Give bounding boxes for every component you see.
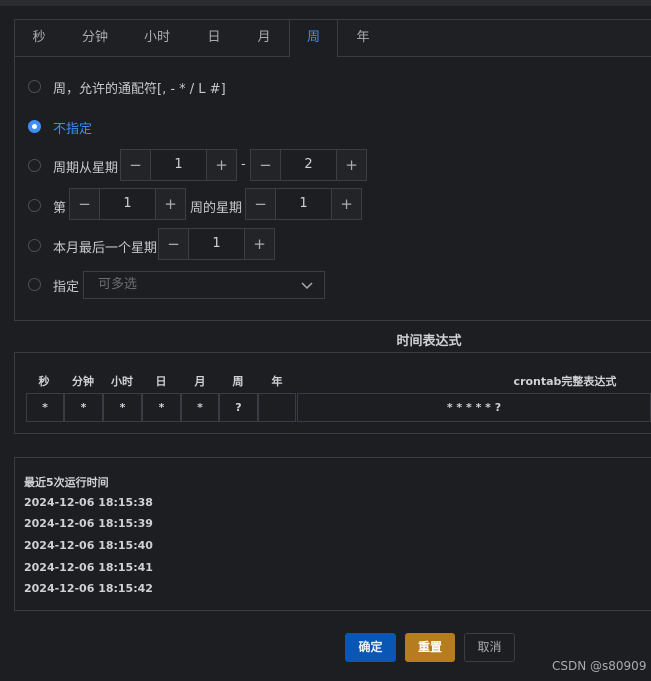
last-plus-button[interactable]: + — [244, 229, 274, 259]
header-hour: 小时 — [111, 375, 133, 388]
watermark: CSDN @s80909 — [552, 659, 647, 673]
nth-day-value[interactable]: 1 — [276, 189, 331, 219]
value-day: * — [142, 393, 181, 422]
header-day: 日 — [155, 375, 167, 388]
option-nth-week[interactable]: 第 − 1 + 周的星期 − 1 + — [15, 188, 651, 222]
tab-week[interactable]: 周 — [289, 20, 338, 57]
cron-options-panel: 秒 分钟 小时 日 月 周 年 周，允许的通配符[, - * / L #] 不指… — [14, 19, 651, 321]
run-time-item: 2024-12-06 18:15:39 — [24, 517, 153, 530]
range-from-value[interactable]: 1 — [151, 150, 206, 180]
nth-day-stepper[interactable]: − 1 + — [245, 188, 362, 220]
header-week: 周 — [232, 375, 244, 388]
option-unspecified[interactable]: 不指定 — [15, 109, 651, 143]
nth-middle-label: 周的星期 — [190, 201, 243, 216]
value-second: * — [26, 393, 64, 422]
header-full-expression: crontab完整表达式 — [513, 375, 617, 388]
value-week: ? — [219, 393, 258, 422]
option-range[interactable]: 周期从星期 − 1 + - − 2 + — [15, 148, 651, 182]
wildcard-label: 周，允许的通配符[, - * / L #] — [53, 82, 226, 97]
header-year: 年 — [271, 375, 283, 388]
option-wildcard[interactable]: 周，允许的通配符[, - * / L #] — [15, 69, 651, 103]
tab-year[interactable]: 年 — [339, 20, 387, 56]
recent-runs-title: 最近5次运行时间 — [24, 476, 109, 489]
range-separator: - — [241, 157, 246, 172]
specify-placeholder: 可多选 — [98, 277, 138, 292]
nth-week-plus-button[interactable]: + — [155, 189, 185, 219]
nth-day-minus-button[interactable]: − — [246, 189, 276, 219]
recent-runs-panel: 最近5次运行时间 2024-12-06 18:15:38 2024-12-06 … — [14, 457, 651, 611]
run-time-item: 2024-12-06 18:15:40 — [24, 539, 153, 552]
range-from-plus-button[interactable]: + — [206, 150, 236, 180]
option-last-weekday[interactable]: 本月最后一个星期 − 1 + — [15, 228, 651, 262]
range-radio[interactable] — [28, 159, 41, 172]
range-from-stepper[interactable]: − 1 + — [120, 149, 237, 181]
range-to-minus-button[interactable]: − — [251, 150, 281, 180]
specify-label: 指定 — [53, 280, 80, 295]
range-label: 周期从星期 — [53, 161, 119, 176]
header-month: 月 — [194, 375, 206, 388]
last-stepper[interactable]: − 1 + — [158, 228, 275, 260]
range-from-minus-button[interactable]: − — [121, 150, 151, 180]
nth-week-value[interactable]: 1 — [100, 189, 155, 219]
value-month: * — [181, 393, 219, 422]
run-time-item: 2024-12-06 18:15:38 — [24, 496, 153, 509]
unspecified-label: 不指定 — [53, 122, 93, 137]
nth-week-minus-button[interactable]: − — [70, 189, 100, 219]
confirm-button[interactable]: 确定 — [345, 633, 396, 662]
tab-day[interactable]: 日 — [190, 20, 238, 56]
tab-bar: 秒 分钟 小时 日 月 周 年 — [15, 20, 651, 57]
nth-prefix-label: 第 — [53, 201, 67, 216]
specify-select[interactable]: 可多选 — [83, 271, 325, 299]
nth-day-plus-button[interactable]: + — [331, 189, 361, 219]
top-bar — [0, 0, 651, 6]
last-radio[interactable] — [28, 239, 41, 252]
reset-button[interactable]: 重置 — [405, 633, 455, 662]
specify-radio[interactable] — [28, 278, 41, 291]
value-minute: * — [64, 393, 103, 422]
header-minute: 分钟 — [72, 375, 94, 388]
value-year — [258, 393, 296, 422]
tab-second[interactable]: 秒 — [15, 20, 63, 56]
last-value[interactable]: 1 — [189, 229, 244, 259]
cancel-button[interactable]: 取消 — [464, 633, 515, 662]
range-to-plus-button[interactable]: + — [336, 150, 366, 180]
tab-month[interactable]: 月 — [240, 20, 288, 56]
run-time-item: 2024-12-06 18:15:42 — [24, 582, 153, 595]
wildcard-radio[interactable] — [28, 80, 41, 93]
value-full-expression: * * * * * ? — [297, 393, 651, 422]
last-minus-button[interactable]: − — [159, 229, 189, 259]
range-to-stepper[interactable]: − 2 + — [250, 149, 367, 181]
nth-radio[interactable] — [28, 199, 41, 212]
range-to-value[interactable]: 2 — [281, 150, 336, 180]
chevron-down-icon — [301, 282, 313, 290]
run-time-item: 2024-12-06 18:15:41 — [24, 561, 153, 574]
header-second: 秒 — [38, 375, 50, 388]
nth-week-stepper[interactable]: − 1 + — [69, 188, 186, 220]
last-label: 本月最后一个星期 — [53, 241, 158, 256]
value-hour: * — [103, 393, 142, 422]
tab-minute[interactable]: 分钟 — [71, 20, 119, 56]
unspecified-radio[interactable] — [28, 120, 41, 133]
tab-hour[interactable]: 小时 — [133, 20, 181, 56]
expression-title: 时间表达式 — [366, 333, 492, 351]
